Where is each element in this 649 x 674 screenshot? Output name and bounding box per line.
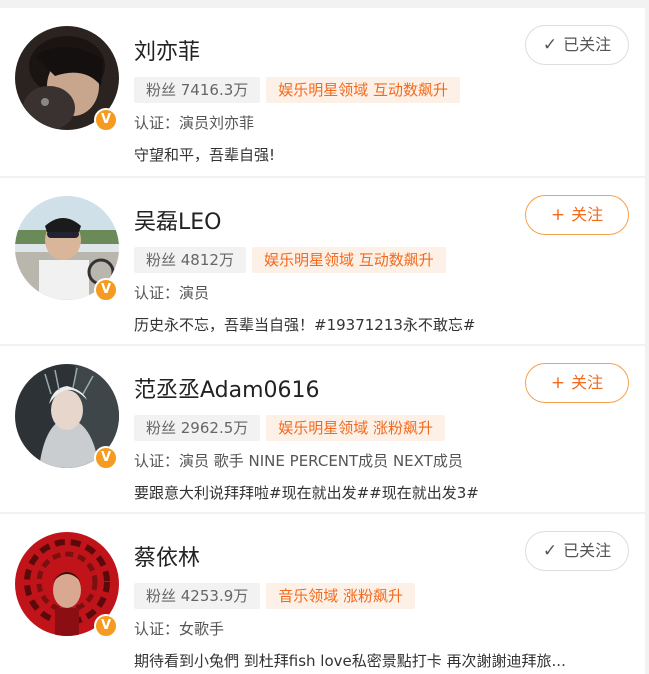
fans-count: 粉丝 2962.5万 [134,415,261,441]
check-icon: ✓ [542,541,558,561]
trending-tag[interactable]: 娱乐明星领域 涨粉飙升 [266,415,446,441]
verified-badge-icon: V [94,108,118,132]
certification: 认证：女歌手 [134,620,225,638]
user-card[interactable]: V 吴磊LEO 粉丝 4812万 娱乐明星领域 互动数飙升 认证：演员 历史永不… [0,178,645,344]
plus-icon: + [550,205,566,225]
user-card[interactable]: V 刘亦菲 粉丝 7416.3万 娱乐明星领域 互动数飙升 认证：演员刘亦菲 守… [0,8,645,176]
user-name[interactable]: 范丞丞Adam0616 [134,372,320,404]
user-list: V 刘亦菲 粉丝 7416.3万 娱乐明星领域 互动数飙升 认证：演员刘亦菲 守… [0,0,649,674]
verified-badge-icon: V [94,614,118,638]
certification: 认证：演员 [134,284,210,302]
bio: 期待看到小兔們 到杜拜fish love私密景點打卡 再次謝謝迪拜旅... [134,652,566,670]
follow-button[interactable]: + 关注 [525,195,629,235]
button-label: 已关注 [563,35,612,54]
plus-icon: + [550,373,566,393]
trending-tag[interactable]: 音乐领域 涨粉飙升 [266,583,416,609]
button-label: 已关注 [563,541,612,560]
verified-badge-icon: V [94,446,118,470]
fans-count: 粉丝 4812万 [134,247,246,273]
fans-count: 粉丝 4253.9万 [134,583,261,609]
user-name[interactable]: 吴磊LEO [134,204,221,236]
follow-button[interactable]: + 关注 [525,363,629,403]
bio: 要跟意大利说拜拜啦#现在就出发##现在就出发3# [134,484,479,502]
fans-count: 粉丝 7416.3万 [134,77,261,103]
button-label: 关注 [571,373,604,392]
followed-button[interactable]: ✓ 已关注 [525,531,629,571]
tag-row: 粉丝 7416.3万 娱乐明星领域 互动数飙升 [134,77,461,103]
check-icon: ✓ [542,35,558,55]
user-card[interactable]: V 范丞丞Adam0616 粉丝 2962.5万 娱乐明星领域 涨粉飙升 认证：… [0,346,645,512]
followed-button[interactable]: ✓ 已关注 [525,25,629,65]
bio: 历史永不忘，吾辈当自强！#19371213永不敢忘# [134,316,476,334]
certification: 认证：演员刘亦菲 [134,114,255,132]
tag-row: 粉丝 4812万 娱乐明星领域 互动数飙升 [134,247,446,273]
tag-row: 粉丝 4253.9万 音乐领域 涨粉飙升 [134,583,416,609]
user-name[interactable]: 蔡依林 [134,540,200,572]
trending-tag[interactable]: 娱乐明星领域 互动数飙升 [266,77,461,103]
user-card[interactable]: V 蔡依林 粉丝 4253.9万 音乐领域 涨粉飙升 认证：女歌手 期待看到小兔… [0,514,645,674]
verified-badge-icon: V [94,278,118,302]
tag-row: 粉丝 2962.5万 娱乐明星领域 涨粉飙升 [134,415,446,441]
user-name[interactable]: 刘亦菲 [134,34,200,66]
bio: 守望和平，吾辈自强! [134,146,276,164]
button-label: 关注 [571,205,604,224]
trending-tag[interactable]: 娱乐明星领域 互动数飙升 [251,247,446,273]
certification: 认证：演员 歌手 NINE PERCENT成员 NEXT成员 [134,452,463,470]
